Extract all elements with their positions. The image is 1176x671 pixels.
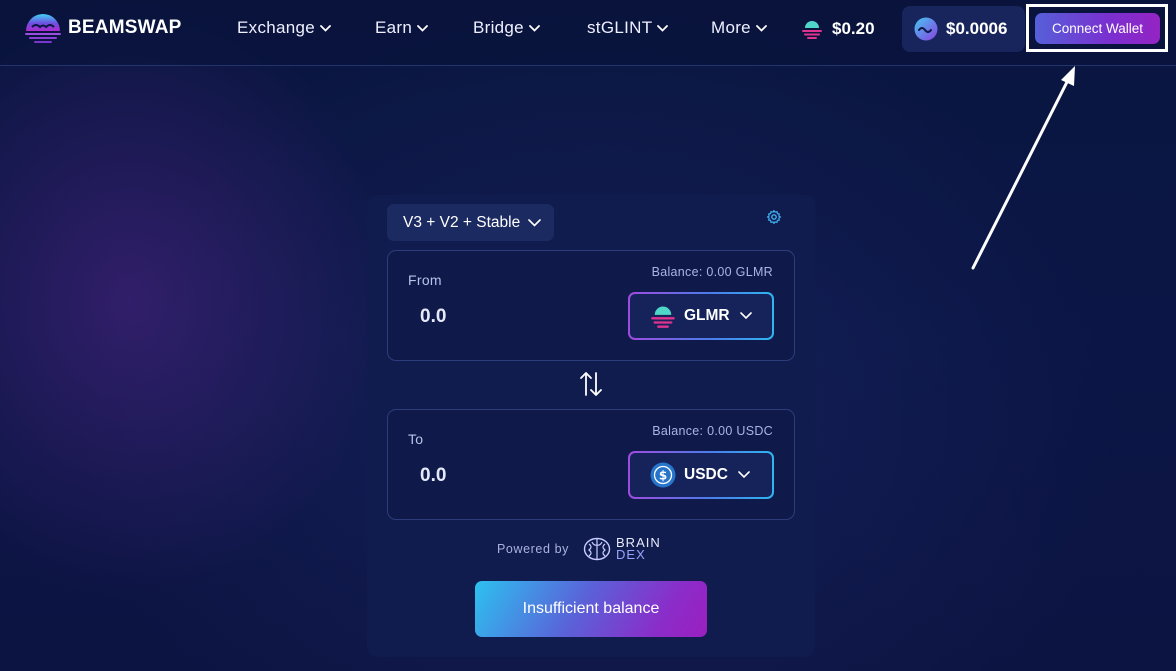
nav-exchange-label: Exchange xyxy=(237,18,316,37)
nav-more[interactable]: More xyxy=(711,17,767,39)
swap-card: V3 + V2 + Stable From Balance: 0.00 GLMR… xyxy=(367,195,815,657)
powered-by-label: Powered by xyxy=(497,542,570,556)
nav-stglint-label: stGLINT xyxy=(587,18,653,37)
beamswap-logo[interactable]: BEAMSWAP xyxy=(22,12,182,44)
glint-token-icon xyxy=(914,17,938,41)
chevron-down-icon xyxy=(417,24,429,32)
from-balance: Balance: 0.00 GLMR xyxy=(651,265,773,279)
route-label: V3 + V2 + Stable xyxy=(403,213,521,231)
from-amount-input[interactable]: 0.0 xyxy=(420,306,446,328)
top-navbar: BEAMSWAP Exchange Earn Bridge stGLINT Mo… xyxy=(0,0,1176,66)
glmr-token-icon xyxy=(802,21,822,39)
svg-text:$: $ xyxy=(659,469,667,483)
chevron-down-icon xyxy=(739,312,752,320)
nav-stglint[interactable]: stGLINT xyxy=(587,17,669,39)
braindex-logo[interactable]: BRAIN DEX xyxy=(583,536,661,562)
brain-icon xyxy=(583,537,611,561)
to-token-symbol: USDC xyxy=(684,466,728,483)
braindex-line2: DEX xyxy=(616,547,646,562)
nav-earn-label: Earn xyxy=(375,18,413,37)
nav-bridge-label: Bridge xyxy=(473,18,524,37)
powered-by: Powered by BRAIN DEX xyxy=(497,535,661,563)
nav-exchange[interactable]: Exchange xyxy=(237,17,331,39)
nav-more-label: More xyxy=(711,18,751,37)
glmr-price-value: $0.20 xyxy=(832,19,875,38)
chevron-down-icon xyxy=(738,471,750,479)
glint-price-ticker[interactable]: $0.0006 xyxy=(902,6,1025,52)
logo-wordmark: BEAMSWAP xyxy=(68,17,182,38)
chevron-down-icon xyxy=(528,218,542,227)
swap-arrows-icon[interactable] xyxy=(579,370,603,398)
chevron-down-icon xyxy=(756,24,767,32)
nav-bridge[interactable]: Bridge xyxy=(473,17,540,39)
to-label: To xyxy=(408,431,424,447)
to-token-selector[interactable]: $ USDC xyxy=(628,451,774,499)
to-amount-input[interactable]: 0.0 xyxy=(420,465,446,487)
nav-earn[interactable]: Earn xyxy=(375,17,429,39)
glmr-token-icon xyxy=(651,306,675,328)
to-balance: Balance: 0.00 USDC xyxy=(652,424,773,438)
usdc-token-icon: $ xyxy=(650,462,676,488)
glint-price-value: $0.0006 xyxy=(946,19,1008,38)
beamswap-logo-icon xyxy=(25,14,61,43)
from-panel: From Balance: 0.00 GLMR 0.0 GLMR xyxy=(387,250,795,361)
chevron-down-icon xyxy=(320,24,331,32)
from-token-selector[interactable]: GLMR xyxy=(628,292,774,340)
gear-icon[interactable] xyxy=(766,209,782,225)
chevron-down-icon xyxy=(657,24,669,32)
glmr-price-ticker[interactable]: $0.20 xyxy=(801,17,875,41)
to-panel: To Balance: 0.00 USDC 0.0 $ USDC xyxy=(387,409,795,520)
route-selector[interactable]: V3 + V2 + Stable xyxy=(387,204,554,241)
connect-wallet-button[interactable]: Connect Wallet xyxy=(1035,13,1160,44)
braindex-wordmark: BRAIN DEX xyxy=(616,536,661,562)
chevron-down-icon xyxy=(529,24,540,32)
insufficient-balance-button[interactable]: Insufficient balance xyxy=(475,581,707,637)
from-token-symbol: GLMR xyxy=(684,307,730,324)
from-label: From xyxy=(408,272,442,288)
